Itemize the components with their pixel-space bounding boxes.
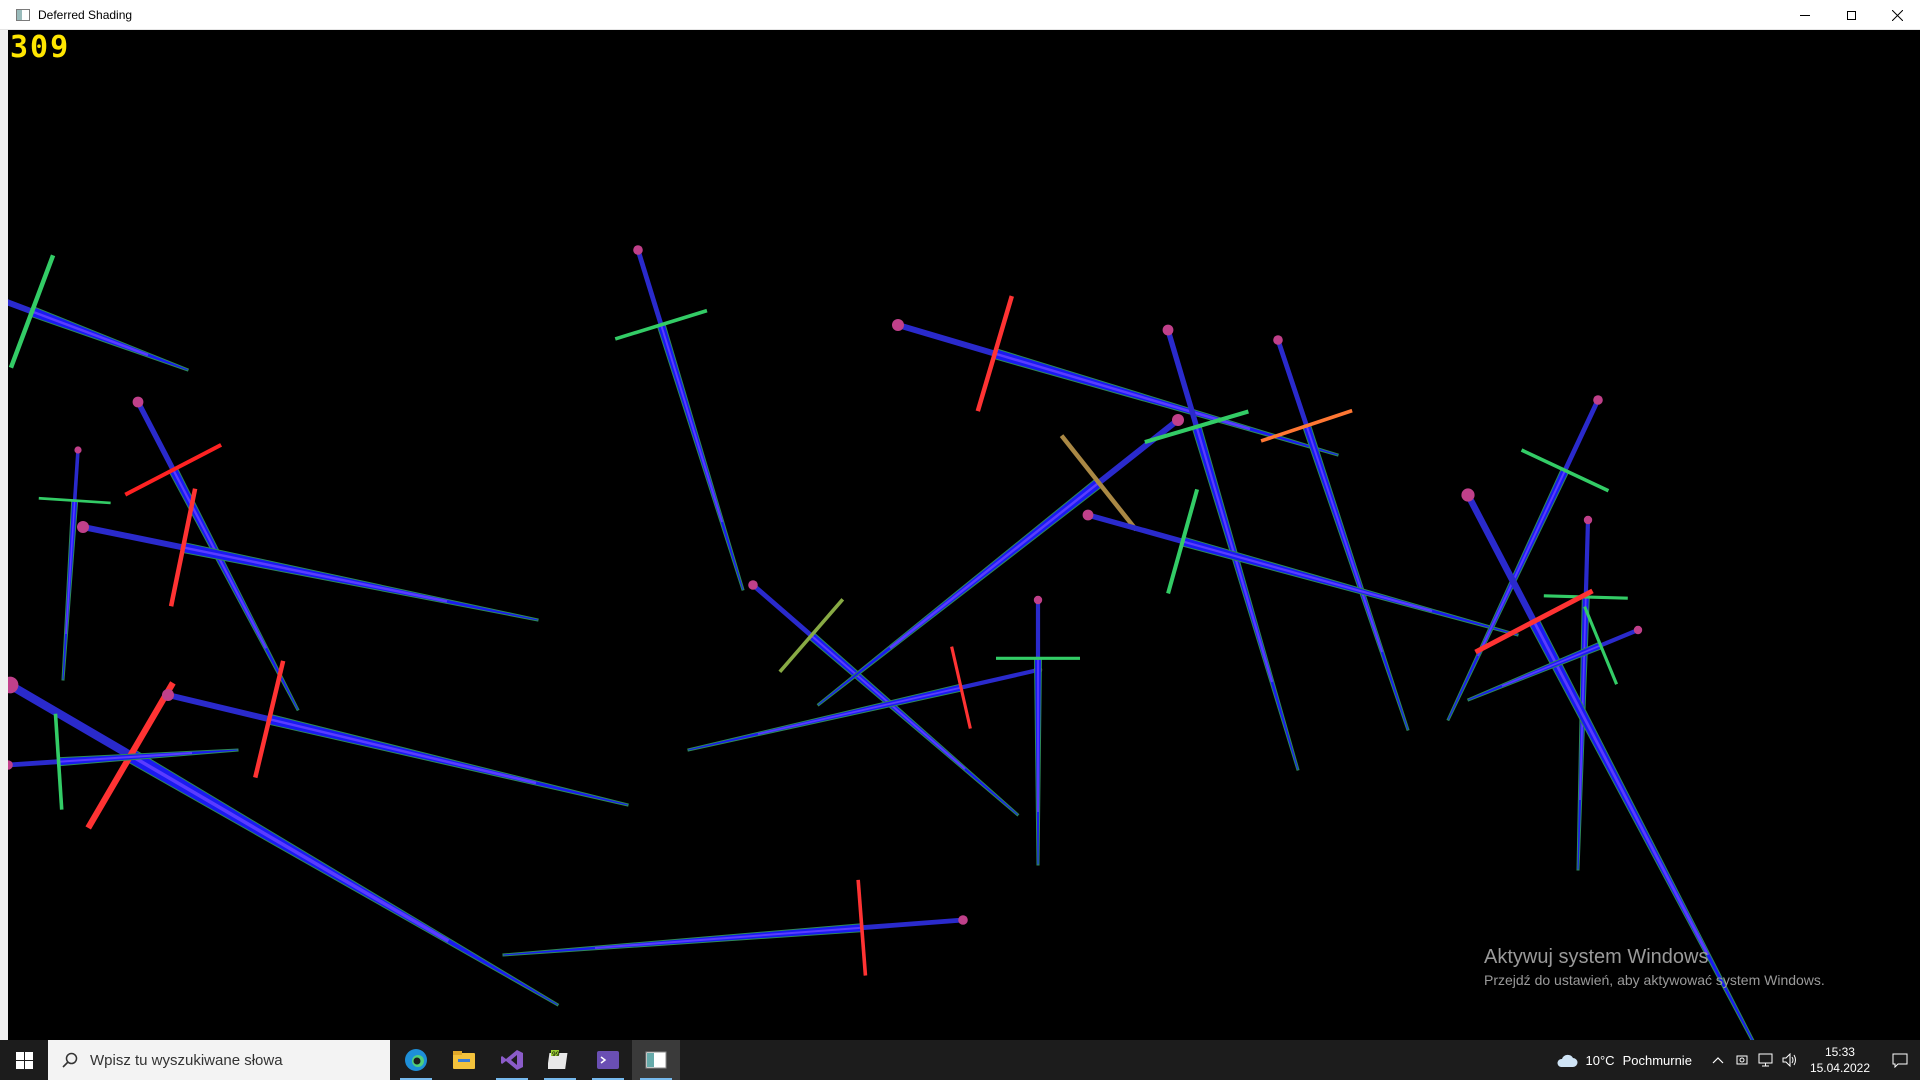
weather-temperature: 10°C — [1585, 1052, 1615, 1068]
title-bar: Deferred Shading — [0, 0, 1920, 30]
window-controls — [1782, 0, 1920, 30]
taskbar-app-deferred-shading[interactable] — [632, 1040, 680, 1080]
taskbar-app-notepad-plus[interactable]: 99 — [536, 1040, 584, 1080]
system-tray: 10°C Pochmurnie 15:33 15.04.2022 — [1556, 1040, 1920, 1080]
volume-button[interactable] — [1778, 1040, 1802, 1080]
taskbar-app-terminal[interactable] — [584, 1040, 632, 1080]
visual-studio-icon — [501, 1050, 523, 1070]
fps-counter: 309 — [10, 30, 71, 65]
weather-widget[interactable]: 10°C Pochmurnie — [1556, 1052, 1692, 1068]
sword — [1260, 335, 1410, 731]
sword — [162, 660, 629, 807]
taskbar-app-visual-studio[interactable] — [488, 1040, 536, 1080]
close-button[interactable] — [1874, 0, 1920, 30]
sword — [1543, 515, 1628, 871]
sword — [1144, 324, 1300, 771]
show-hidden-icons-button[interactable] — [1706, 1040, 1730, 1080]
sword — [77, 488, 539, 622]
activation-watermark: Aktywuj system Windows Przejdź do ustawi… — [1484, 944, 1825, 990]
network-button[interactable] — [1754, 1040, 1778, 1080]
window-title: Deferred Shading — [38, 7, 133, 22]
svg-text:99: 99 — [552, 1051, 560, 1058]
minimize-icon — [1800, 14, 1810, 16]
deferred-shading-app-icon — [645, 1051, 667, 1069]
file-explorer-icon — [453, 1051, 475, 1069]
clock-date: 15.04.2022 — [1809, 1061, 1870, 1075]
meet-now-button[interactable] — [1730, 1040, 1754, 1080]
search-placeholder: Wpisz tu wyszukiwane słowa — [90, 1051, 283, 1069]
sword — [748, 580, 1020, 817]
sword — [8, 254, 189, 372]
sword — [614, 245, 745, 591]
sword — [996, 595, 1080, 866]
notifications-button[interactable] — [1880, 1040, 1920, 1080]
sword-scene — [8, 245, 1755, 1040]
clock-time: 15:33 — [1824, 1045, 1855, 1059]
taskbar-apps: 99 — [392, 1040, 680, 1080]
render-viewport[interactable]: 309 Aktywuj system Windows Przejdź do us… — [8, 30, 1920, 1040]
taskbar: Wpisz tu wyszukiwane słowa 99 10°C Pochm… — [0, 1040, 1920, 1080]
chevron-up-icon — [1712, 1057, 1724, 1064]
start-button[interactable] — [0, 1040, 48, 1080]
sword — [687, 646, 1043, 752]
window-left-border — [0, 30, 8, 1040]
cloud-icon — [1556, 1054, 1578, 1067]
notepad-plus-icon: 99 — [548, 1050, 568, 1069]
network-icon — [1758, 1053, 1773, 1067]
sword — [892, 295, 1339, 457]
windows-logo-icon — [15, 1051, 33, 1069]
search-icon — [62, 1052, 78, 1068]
taskbar-app-edge[interactable] — [392, 1040, 440, 1080]
close-icon — [1891, 9, 1903, 21]
sword — [816, 414, 1184, 707]
edge-icon — [405, 1049, 427, 1071]
watermark-title: Aktywuj system Windows — [1484, 946, 1709, 968]
speaker-icon — [1782, 1053, 1796, 1067]
app-window-icon — [16, 8, 30, 21]
terminal-icon — [597, 1051, 619, 1069]
maximize-icon — [1846, 10, 1856, 20]
taskbar-clock[interactable]: 15:33 15.04.2022 — [1810, 1044, 1870, 1076]
maximize-button[interactable] — [1828, 0, 1874, 30]
sword — [502, 879, 968, 976]
camera-icon — [1736, 1055, 1748, 1065]
taskbar-app-explorer[interactable] — [440, 1040, 488, 1080]
minimize-button[interactable] — [1782, 0, 1828, 30]
weather-condition: Pochmurnie — [1622, 1052, 1692, 1068]
notification-icon — [1892, 1053, 1908, 1068]
sword — [38, 446, 111, 681]
taskbar-search[interactable]: Wpisz tu wyszukiwane słowa — [48, 1040, 390, 1080]
watermark-subtitle: Przejdź do ustawień, aby aktywować syste… — [1484, 972, 1825, 988]
sword — [1082, 488, 1519, 637]
